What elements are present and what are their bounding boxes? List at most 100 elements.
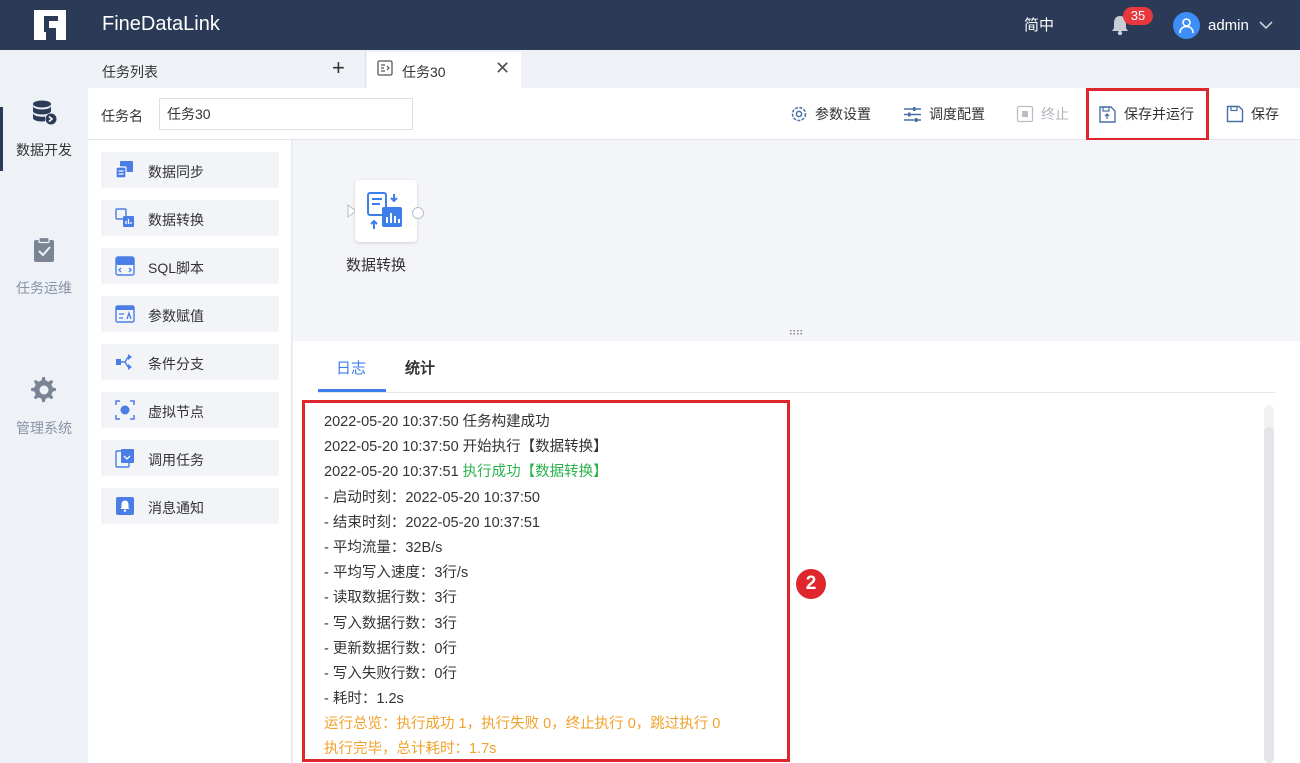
schedule-config-label: 调度配置 <box>929 106 985 122</box>
palette-item-data-transform[interactable]: 数据转换 <box>101 200 279 236</box>
app-title: FineDataLink <box>102 13 220 35</box>
palette-item-data-sync[interactable]: 数据同步 <box>101 152 279 188</box>
save-label: 保存 <box>1251 106 1279 122</box>
data-transform-icon <box>115 208 134 227</box>
log-line-prefix: 2022-05-20 10:37:51 <box>324 464 463 481</box>
workflow-canvas[interactable]: 数据转换 <box>293 140 1300 341</box>
log-line: - 耗时：1.2s <box>324 691 404 708</box>
scrollbar-thumb[interactable] <box>1264 427 1274 763</box>
save-button[interactable]: 保存 <box>1226 102 1279 126</box>
sliders-icon <box>904 106 921 122</box>
log-summary-line: 运行总览：执行成功 1，执行失败 0，终止执行 0，跳过执行 0 <box>324 716 721 733</box>
nav-item-data-development[interactable]: 数据开发 <box>0 98 88 228</box>
log-line: 2022-05-20 10:37:50 开始执行【数据转换】 <box>324 439 608 456</box>
param-settings-button[interactable]: 参数设置 <box>790 102 871 126</box>
log-line: - 平均写入速度：3行/s <box>324 565 469 582</box>
nav-item-task-ops[interactable]: 任务运维 <box>0 236 88 366</box>
log-tabs: 日志 统计 <box>318 341 1275 393</box>
log-line: - 更新数据行数：0行 <box>324 640 457 657</box>
task-name-label: 任务名 <box>101 108 143 124</box>
top-bar: FineDataLink 简中 35 admin <box>0 0 1300 50</box>
palette-item-label: 数据转换 <box>148 212 204 228</box>
clipboard-check-icon <box>34 236 54 262</box>
palette-item-label: 参数赋值 <box>148 308 204 324</box>
gear-icon <box>31 376 56 403</box>
call-task-icon <box>115 449 134 468</box>
log-line: - 读取数据行数：3行 <box>324 590 457 607</box>
close-icon[interactable]: ✕ <box>495 58 510 79</box>
tab-label: 任务30 <box>402 64 446 80</box>
log-line: - 结束时刻：2022-05-20 10:37:51 <box>324 514 540 531</box>
save-run-icon <box>1099 105 1116 123</box>
left-nav: 数据开发 任务运维 管理系统 <box>0 50 88 763</box>
log-line: 2022-05-20 10:37:50 任务构建成功 <box>324 414 550 430</box>
save-icon <box>1226 105 1244 123</box>
log-line: - 写入数据行数：3行 <box>324 615 457 632</box>
add-tab-button[interactable]: + <box>332 57 345 79</box>
palette-item-label: SQL脚本 <box>148 260 205 276</box>
log-line: - 写入失败行数：0行 <box>324 665 457 682</box>
tab-task-30[interactable]: 任务30 ✕ <box>367 52 521 88</box>
notification-icon <box>116 497 134 515</box>
stop-button[interactable]: 终止 <box>1016 102 1069 126</box>
log-line: - 启动时刻：2022-05-20 10:37:50 <box>324 489 540 506</box>
sql-script-icon <box>115 256 135 276</box>
script-file-icon <box>377 60 393 76</box>
palette-item-label: 消息通知 <box>148 500 204 516</box>
palette-item-label: 条件分支 <box>148 356 204 372</box>
stop-icon <box>1016 105 1034 123</box>
schedule-config-button[interactable]: 调度配置 <box>903 102 985 126</box>
tab-active-underline <box>318 389 386 392</box>
palette-item-sql-script[interactable]: SQL脚本 <box>101 248 279 284</box>
resize-handle-icon[interactable] <box>789 329 805 335</box>
log-success-text: 执行成功【数据转换】 <box>462 464 608 481</box>
toolbar: 任务名 参数设置 调度配置 终止 保存并运行 <box>88 88 1300 140</box>
node-data-transform[interactable] <box>355 180 417 242</box>
log-line: 2022-05-20 10:37:51 执行成功【数据转换】 <box>324 461 924 486</box>
chevron-down-icon <box>1259 21 1273 30</box>
user-icon <box>1179 17 1194 33</box>
log-line: - 平均流量：32B/s <box>324 539 443 556</box>
palette-item-virtual-node[interactable]: 虚拟节点 <box>101 392 279 428</box>
tab-task-list-label: 任务列表 <box>102 64 158 80</box>
annotation-marker-2: 2 <box>796 569 826 599</box>
avatar <box>1173 11 1200 39</box>
save-and-run-button[interactable]: 保存并运行 <box>1098 102 1194 126</box>
save-and-run-label: 保存并运行 <box>1124 106 1194 122</box>
palette-item-call-task[interactable]: 调用任务 <box>101 440 279 476</box>
database-icon <box>33 100 57 125</box>
palette-item-label: 虚拟节点 <box>148 404 204 420</box>
tab-stats[interactable]: 统计 <box>405 357 435 378</box>
palette-item-notification[interactable]: 消息通知 <box>101 488 279 524</box>
palette-item-param-assign[interactable]: 参数赋值 <box>101 296 279 332</box>
data-sync-icon <box>115 161 133 179</box>
language-switch[interactable]: 简中 <box>1024 14 1054 35</box>
virtual-node-icon <box>115 400 135 420</box>
finedatalink-logo-icon[interactable] <box>32 8 68 42</box>
tab-log[interactable]: 日志 <box>336 357 366 378</box>
node-palette: 数据同步 数据转换 SQL脚本 参数赋值 条件分支 虚拟节点 调用任务 消息通知 <box>88 140 292 763</box>
task-name-input[interactable] <box>159 98 413 130</box>
nav-label: 任务运维 <box>16 280 72 296</box>
palette-item-condition-branch[interactable]: 条件分支 <box>101 344 279 380</box>
notification-badge: 35 <box>1123 7 1153 25</box>
log-panel: 日志 统计 2022-05-20 10:37:50 任务构建成功 2022-05… <box>293 341 1300 763</box>
log-content: 2022-05-20 10:37:50 任务构建成功 2022-05-20 10… <box>324 411 924 763</box>
log-summary-line: 执行完毕，总计耗时：1.7s <box>324 741 497 758</box>
nav-label: 数据开发 <box>16 142 72 158</box>
stop-label: 终止 <box>1041 106 1069 122</box>
gear-icon <box>791 106 807 122</box>
param-settings-label: 参数设置 <box>815 106 871 122</box>
node-output-port[interactable] <box>412 207 424 219</box>
nav-item-admin-system[interactable]: 管理系统 <box>0 376 88 506</box>
nav-label: 管理系统 <box>16 420 72 436</box>
palette-item-label: 数据同步 <box>148 164 204 180</box>
data-transform-icon <box>367 192 402 229</box>
tab-bar: 任务列表 + 任务30 ✕ <box>88 50 1300 88</box>
user-menu[interactable]: admin <box>1173 11 1273 39</box>
palette-item-label: 调用任务 <box>148 452 204 468</box>
tab-task-list[interactable]: 任务列表 + <box>88 50 366 88</box>
condition-branch-icon <box>116 354 132 370</box>
node-label: 数据转换 <box>346 257 407 274</box>
user-name: admin <box>1208 16 1249 34</box>
